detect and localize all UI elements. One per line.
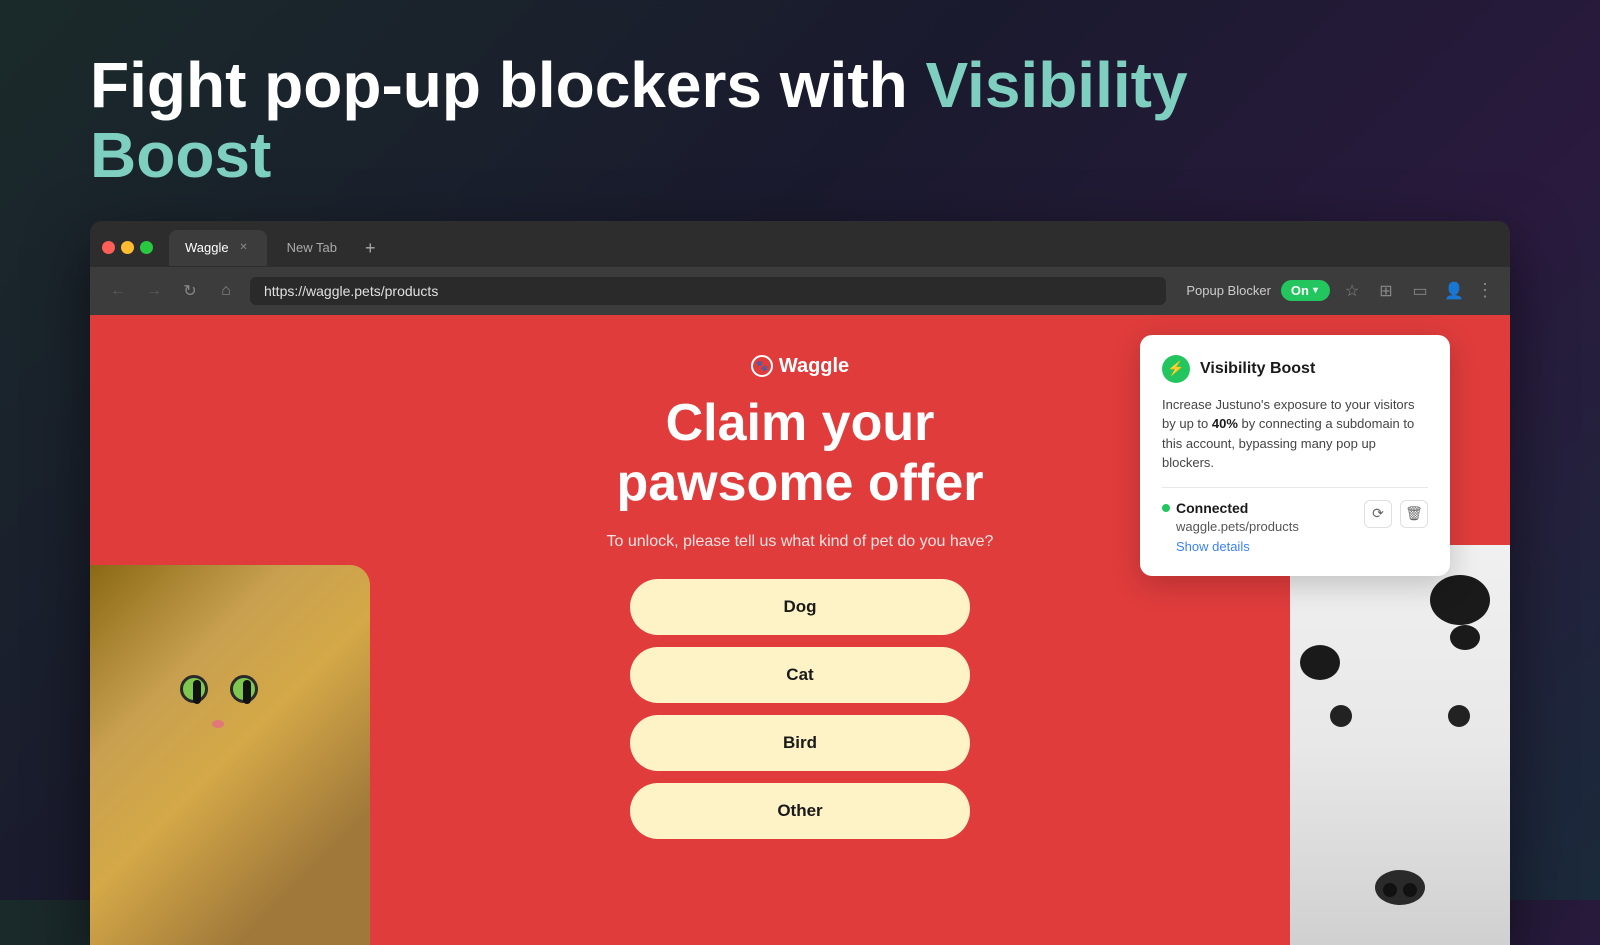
extensions-icon[interactable]: ⊞: [1374, 279, 1398, 303]
vb-domain: waggle.pets/products: [1176, 519, 1364, 534]
popup-blocker-toggle[interactable]: On ▾: [1281, 280, 1330, 301]
minimize-window-button[interactable]: [121, 241, 134, 254]
page-title: Fight pop-up blockers with Visibility Bo…: [90, 50, 1190, 191]
vb-connected-status: Connected: [1162, 500, 1364, 516]
address-bar: ← → ↻ ⌂ https://waggle.pets/products Pop…: [90, 267, 1510, 315]
vb-status-info: Connected waggle.pets/products Show deta…: [1162, 500, 1364, 556]
browser-window: Waggle ✕ New Tab + ← → ↻ ⌂ https://waggl…: [90, 221, 1510, 945]
url-text: https://waggle.pets/products: [264, 283, 438, 299]
page-header: Fight pop-up blockers with Visibility Bo…: [0, 0, 1600, 221]
bird-button[interactable]: Bird: [630, 715, 970, 771]
tab-new-tab-label: New Tab: [287, 240, 337, 255]
back-button[interactable]: ←: [106, 279, 130, 303]
connected-dot-icon: [1162, 504, 1170, 512]
refresh-connection-button[interactable]: ⟳: [1364, 500, 1392, 528]
profile-icon[interactable]: 👤: [1442, 279, 1466, 303]
dog-button[interactable]: Dog: [630, 579, 970, 635]
vb-status-row: Connected waggle.pets/products Show deta…: [1162, 500, 1428, 556]
offer-title-line2: pawsome offer: [617, 454, 984, 512]
tab-new-tab[interactable]: New Tab: [271, 230, 353, 266]
tab-waggle-label: Waggle: [185, 240, 229, 255]
sidebar-icon[interactable]: ▭: [1408, 279, 1432, 303]
browser-actions: Popup Blocker On ▾ ☆ ⊞ ▭ 👤 ⋮: [1186, 279, 1494, 303]
cat-button[interactable]: Cat: [630, 647, 970, 703]
offer-title: Claim your pawsome offer: [617, 394, 984, 514]
close-window-button[interactable]: [102, 241, 115, 254]
webpage-content: 🐾 Waggle Claim your pawsome offer To unl…: [90, 315, 1510, 945]
delete-connection-button[interactable]: 🗑: [1400, 500, 1428, 528]
waggle-logo: 🐾 Waggle: [751, 355, 849, 378]
trash-icon: 🗑: [1405, 505, 1423, 522]
vb-actions: ⟳ 🗑: [1364, 500, 1428, 528]
browser-menu-button[interactable]: ⋮: [1476, 280, 1494, 301]
offer-subtitle: To unlock, please tell us what kind of p…: [607, 533, 994, 551]
vb-header: ⚡ Visibility Boost: [1162, 355, 1428, 383]
pet-options: Dog Cat Bird Other: [630, 579, 970, 839]
vb-title: Visibility Boost: [1200, 360, 1315, 378]
paw-icon: 🐾: [751, 355, 773, 377]
traffic-lights: [102, 241, 153, 254]
forward-button[interactable]: →: [142, 279, 166, 303]
logo-text: Waggle: [779, 355, 849, 378]
show-details-link[interactable]: Show details: [1176, 539, 1250, 554]
refresh-icon: ⟳: [1372, 505, 1384, 522]
url-input[interactable]: https://waggle.pets/products: [250, 277, 1166, 305]
tab-waggle[interactable]: Waggle ✕: [169, 230, 267, 266]
visibility-boost-icon: ⚡: [1162, 355, 1190, 383]
new-tab-button[interactable]: +: [357, 239, 384, 257]
popup-blocker-label: Popup Blocker: [1186, 283, 1271, 298]
tab-close-button[interactable]: ✕: [237, 241, 251, 255]
visibility-boost-popup: ⚡ Visibility Boost Increase Justuno's ex…: [1140, 335, 1450, 576]
star-icon[interactable]: ☆: [1340, 279, 1364, 303]
other-button[interactable]: Other: [630, 783, 970, 839]
offer-title-line1: Claim your: [666, 394, 935, 452]
dog-image: [1290, 545, 1510, 945]
vb-description: Increase Justuno's exposure to your visi…: [1162, 395, 1428, 473]
cat-image: [90, 565, 370, 945]
refresh-button[interactable]: ↻: [178, 279, 202, 303]
vb-divider: [1162, 487, 1428, 488]
tab-bar: Waggle ✕ New Tab +: [90, 221, 1510, 267]
home-button[interactable]: ⌂: [214, 279, 238, 303]
chevron-down-icon: ▾: [1313, 285, 1318, 296]
maximize-window-button[interactable]: [140, 241, 153, 254]
popup-blocker-state: On: [1291, 283, 1309, 298]
